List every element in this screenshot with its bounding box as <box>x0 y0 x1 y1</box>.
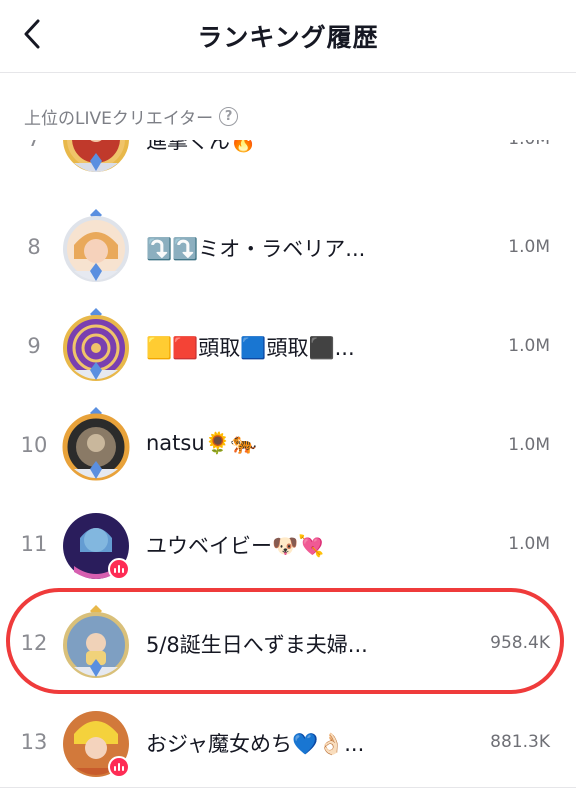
rank-number: 11 <box>20 532 48 556</box>
header-bar: ランキング履歴 <box>0 0 576 73</box>
avatar[interactable] <box>60 704 132 782</box>
page-title: ランキング履歴 <box>197 23 379 52</box>
rank-number: 13 <box>20 730 48 754</box>
creator-name: ⤵️⤵️ミオ・ラベリア... <box>146 237 366 261</box>
ranking-row-10[interactable]: 10 natsu🌻🐅 1.0M <box>0 397 576 495</box>
ranking-row-7[interactable]: 7 進撃くん🔥 1.0M <box>0 140 576 189</box>
ranking-row-8[interactable]: 8 ⤵️⤵️ミオ・ラベリア... 1.0M <box>0 199 576 297</box>
avatar[interactable] <box>60 140 132 179</box>
creator-avatar-icon <box>63 605 129 678</box>
creator-name: 🟨🟥頭取🟦頭取⬛... <box>146 336 355 360</box>
creator-score: 1.0M <box>508 435 550 455</box>
rank-number: 8 <box>27 235 41 259</box>
creator-score: 881.3K <box>490 732 550 752</box>
ranking-row-13[interactable]: 13 おジャ魔女めち💙👌🏻... 881.3K <box>0 694 576 792</box>
creator-name: natsu🌻🐅 <box>146 431 257 455</box>
live-indicator-icon <box>108 558 130 580</box>
creator-avatar-icon <box>63 140 129 172</box>
creator-score: 1.0M <box>508 534 550 554</box>
creator-score: 1.0M <box>508 140 550 149</box>
divider <box>0 787 576 788</box>
creator-score: 958.4K <box>490 633 550 653</box>
ranking-list[interactable]: 7 進撃くん🔥 1.0M 8 ⤵️⤵️ミオ・ラベリア... <box>0 140 576 792</box>
section-label: 上位のLIVEクリエイター <box>24 109 214 129</box>
avatar[interactable] <box>60 506 132 584</box>
rank-number: 7 <box>0 140 68 151</box>
avatar[interactable] <box>60 209 132 287</box>
live-indicator-icon <box>108 756 130 778</box>
creator-name: おジャ魔女めち💙👌🏻... <box>146 732 365 756</box>
rank-number: 12 <box>20 631 48 655</box>
avatar[interactable] <box>60 308 132 386</box>
creator-avatar-icon <box>63 308 129 381</box>
avatar[interactable] <box>60 605 132 683</box>
creator-score: 1.0M <box>508 336 550 356</box>
ranking-row-11[interactable]: 11 ユウベイビー🐶💘 1.0M <box>0 496 576 594</box>
help-icon[interactable]: ? <box>219 107 239 126</box>
creator-avatar-icon <box>63 209 129 282</box>
creator-avatar-icon <box>62 407 130 481</box>
avatar[interactable] <box>60 407 132 485</box>
section-header: 上位のLIVEクリエイター ? <box>24 104 239 129</box>
creator-name: ユウベイビー🐶💘 <box>146 534 325 558</box>
creator-name: 5/8誕生日へずま夫婦... <box>146 633 368 657</box>
rank-number: 9 <box>27 334 41 358</box>
creator-score: 1.0M <box>508 237 550 257</box>
ranking-row-12[interactable]: 12 5/8誕生日へずま夫婦... 958.4K <box>0 595 576 693</box>
rank-number: 10 <box>20 433 48 457</box>
ranking-row-9[interactable]: 9 🟨🟥頭取🟦頭取⬛... 1.0M <box>0 298 576 396</box>
creator-name: 進撃くん🔥 <box>146 140 257 153</box>
